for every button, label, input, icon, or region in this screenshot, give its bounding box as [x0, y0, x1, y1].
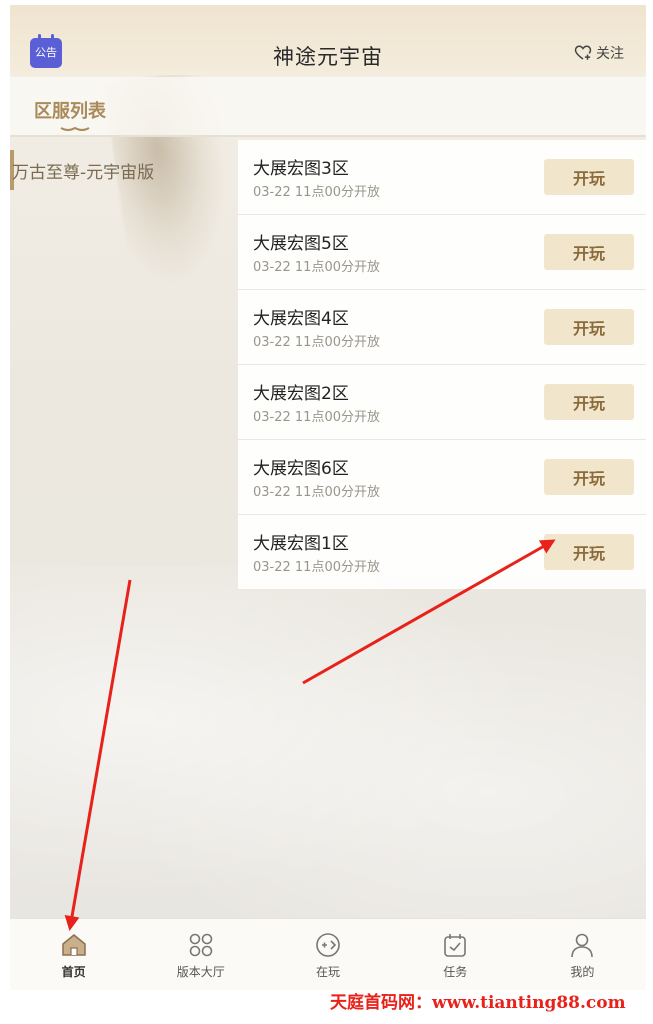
server-open-time: 03-22 11点00分开放 — [253, 260, 380, 275]
app-screen: 公告 神途元宇宙 关注 区服列表 万古至尊-元宇宙版 大展宏图3区 03-22 … — [10, 5, 646, 990]
nav-label: 首页 — [61, 964, 86, 979]
game-icon — [316, 932, 340, 957]
server-row: 大展宏图5区 03-22 11点00分开放 开玩 — [238, 215, 646, 290]
nav-label: 版本大厅 — [176, 964, 225, 979]
nav-playing[interactable]: 在玩 — [264, 919, 391, 990]
server-row: 大展宏图2区 03-22 11点00分开放 开玩 — [238, 365, 646, 440]
play-button[interactable]: 开玩 — [544, 309, 634, 345]
server-row: 大展宏图3区 03-22 11点00分开放 开玩 — [238, 140, 646, 215]
server-open-time: 03-22 11点00分开放 — [253, 410, 380, 425]
server-row: 大展宏图4区 03-22 11点00分开放 开玩 — [238, 290, 646, 365]
play-button[interactable]: 开玩 — [544, 459, 634, 495]
bottom-nav: 首页 版本大厅 在玩 任务 我的 — [10, 918, 646, 990]
server-name: 大展宏图5区 — [253, 234, 349, 254]
heart-plus-icon — [574, 45, 592, 60]
page-title: 神途元宇宙 — [273, 45, 383, 69]
tab-server-list[interactable]: 区服列表 — [34, 97, 106, 123]
server-name: 大展宏图3区 — [253, 159, 349, 179]
follow-label: 关注 — [596, 46, 624, 62]
nav-label: 在玩 — [316, 964, 341, 979]
nav-label: 我的 — [570, 964, 595, 979]
server-name: 大展宏图2区 — [253, 384, 349, 404]
user-icon — [571, 933, 594, 957]
server-open-time: 03-22 11点00分开放 — [253, 485, 380, 500]
nav-profile[interactable]: 我的 — [519, 919, 646, 990]
game-label: 万古至尊-元宇宙版 — [12, 162, 155, 183]
play-button[interactable]: 开玩 — [544, 384, 634, 420]
follow-button[interactable]: 关注 — [574, 43, 624, 63]
server-row: 大展宏图6区 03-22 11点00分开放 开玩 — [238, 440, 646, 515]
server-row: 大展宏图1区 03-22 11点00分开放 开玩 — [238, 515, 646, 590]
play-button[interactable]: 开玩 — [544, 159, 634, 195]
server-open-time: 03-22 11点00分开放 — [253, 185, 380, 200]
nav-label: 任务 — [443, 964, 468, 979]
server-open-time: 03-22 11点00分开放 — [253, 335, 380, 350]
play-button[interactable]: 开玩 — [544, 234, 634, 270]
server-open-time: 03-22 11点00分开放 — [253, 560, 380, 575]
server-name: 大展宏图1区 — [253, 534, 349, 554]
game-list: 万古至尊-元宇宙版 — [10, 140, 238, 920]
home-icon — [61, 933, 86, 956]
tab-bar: 区服列表 — [10, 77, 646, 137]
play-button[interactable]: 开玩 — [544, 534, 634, 570]
divider — [10, 135, 646, 137]
tab-indicator — [60, 126, 90, 131]
header: 公告 神途元宇宙 关注 — [10, 5, 646, 75]
game-item[interactable]: 万古至尊-元宇宙版 — [10, 148, 238, 192]
server-name: 大展宏图6区 — [253, 459, 349, 479]
nav-tasks[interactable]: 任务 — [392, 919, 519, 990]
server-name: 大展宏图4区 — [253, 309, 349, 329]
calendar-check-icon — [444, 933, 467, 957]
watermark-text: 天庭首码网：www.tianting88.com — [330, 993, 626, 1013]
nav-home[interactable]: 首页 — [10, 919, 137, 990]
grid-icon — [189, 933, 213, 956]
server-list: 大展宏图3区 03-22 11点00分开放 开玩 大展宏图5区 03-22 11… — [238, 140, 646, 590]
nav-versions[interactable]: 版本大厅 — [137, 919, 264, 990]
